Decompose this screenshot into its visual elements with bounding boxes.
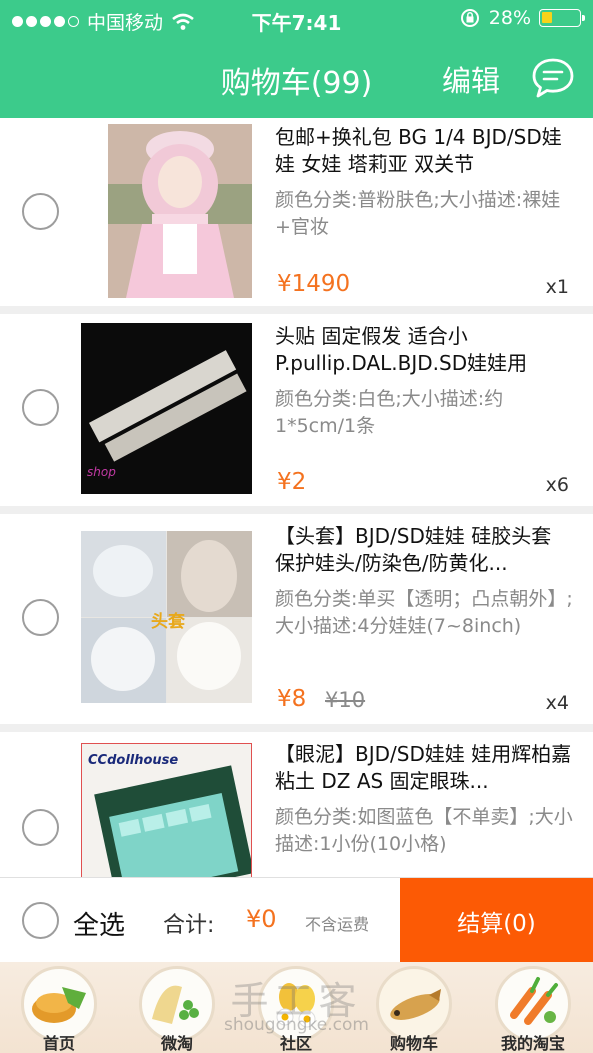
item-quantity: x4 [545,692,569,714]
total-label: 合计: [163,913,215,938]
item-checkbox[interactable] [22,389,59,426]
image-shop-text: shop [87,465,116,479]
watermark-url: shougongke.com [224,1015,369,1035]
select-all-label[interactable]: 全选 [73,905,125,942]
item-title[interactable]: 头贴 固定假发 适合小P.pullip.DAL.BJD.SD娃娃用 [275,323,575,377]
item-checkbox[interactable] [22,193,59,230]
item-image[interactable] [108,124,252,298]
item-title[interactable]: 【眼泥】BJD/SD娃娃 娃用辉柏嘉粘土 DZ AS 固定眼珠... [275,741,575,795]
item-spec[interactable]: 颜色分类:单买【透明；凸点朝外】;大小描述:4分娃娃(7~8inch) [275,586,575,640]
item-price: ¥1490 [277,271,351,297]
item-quantity: x6 [545,474,569,496]
item-original-price: ¥10 [325,688,366,712]
item-price: ¥2 [277,469,307,495]
item-price: ¥8 [277,686,307,712]
chat-bubble-icon[interactable] [531,57,575,99]
item-title[interactable]: 【头套】BJD/SD娃娃 硅胶头套 保护娃头/防染色/防黄化... [275,523,575,577]
item-checkbox[interactable] [22,599,59,636]
item-spec[interactable]: 颜色分类:白色;大小描述:约1*5cm/1条 [275,386,575,440]
cart-item: 头套 【头套】BJD/SD娃娃 硅胶头套 保护娃头/防染色/防黄化... 颜色分… [0,514,593,724]
item-checkbox[interactable] [22,809,59,846]
item-spec[interactable]: 颜色分类:如图蓝色【不单卖】;大小描述:1小份(10小格) [275,804,575,858]
page-title: 购物车(99) [220,66,373,101]
cart-item: CCdollhouse 【眼泥】BJD/SD娃娃 娃用辉柏嘉粘土 DZ AS 固… [0,732,593,878]
battery-percent: 28% [488,7,531,29]
select-all-checkbox[interactable] [22,902,59,939]
rotation-lock-icon [460,9,479,27]
image-brand-text: CCdollhouse [88,753,178,768]
cart-item-list[interactable]: 包邮+换礼包 BG 1/4 BJD/SD娃娃 女娃 塔莉亚 双关节 颜色分类:普… [0,118,593,878]
shipping-note: 不含运费 [305,915,370,934]
status-bar: 中国移动 下午7:41 28% [0,0,593,38]
battery-icon [539,9,585,27]
item-image[interactable]: 头套 [81,531,252,703]
cart-item: 包邮+换礼包 BG 1/4 BJD/SD娃娃 女娃 塔莉亚 双关节 颜色分类:普… [0,118,593,306]
total-value: ¥0 [246,905,277,933]
cart-item: shop 头贴 固定假发 适合小P.pullip.DAL.BJD.SD娃娃用 颜… [0,314,593,506]
checkout-bar: 全选 合计: ¥0 不含运费 结算(0) [0,877,593,963]
edit-button[interactable]: 编辑 [442,58,500,100]
item-spec[interactable]: 颜色分类:普粉肤色;大小描述:裸娃+官妆 [275,187,575,241]
item-image[interactable]: CCdollhouse [81,743,252,878]
checkout-button[interactable]: 结算(0) [400,878,593,963]
item-image[interactable]: shop [81,323,252,494]
image-label: 头套 [151,611,186,632]
status-right: 28% [459,7,585,29]
item-quantity: x1 [545,276,569,298]
item-title[interactable]: 包邮+换礼包 BG 1/4 BJD/SD娃娃 女娃 塔莉亚 双关节 [275,124,575,178]
app-header: 中国移动 下午7:41 28% 购物车(99) 编辑 [0,0,593,118]
